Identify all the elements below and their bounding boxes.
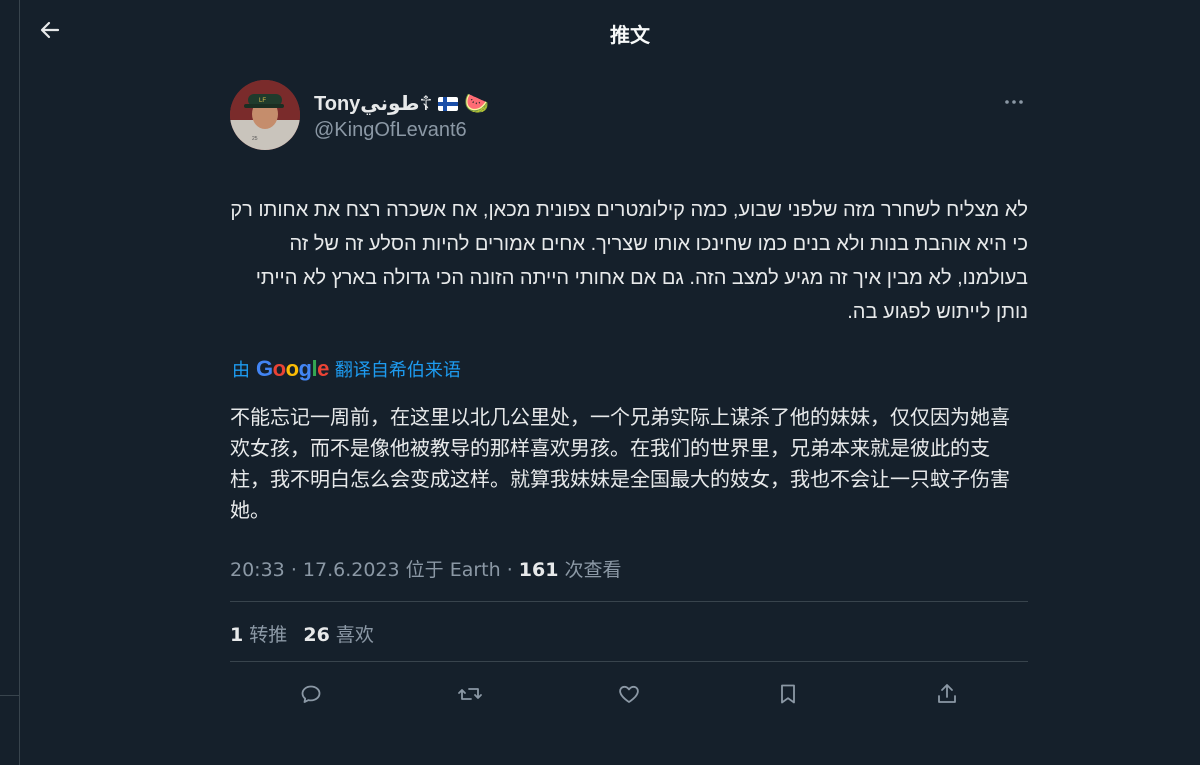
retweets-stat[interactable]: 1 转推 [230, 624, 293, 646]
views-label: 次查看 [564, 559, 622, 581]
likes-stat[interactable]: 26 喜欢 [303, 624, 374, 646]
back-button[interactable] [32, 12, 68, 48]
watermelon-icon: 🍉 [464, 93, 490, 115]
arrow-left-icon [40, 21, 60, 39]
avatar-image: LF 25 [230, 80, 300, 150]
retweets-count: 1 [230, 624, 244, 646]
likes-count: 26 [303, 624, 330, 646]
avatar[interactable]: LF 25 [230, 80, 300, 150]
likes-label: 喜欢 [335, 624, 374, 646]
page-title: 推文 [610, 23, 650, 47]
retweets-label: 转推 [249, 624, 288, 646]
display-name[interactable]: Tonyطوني☦ 🍉 [314, 91, 489, 116]
tweet-text: לא מצליח לשחרר מזה שלפני שבוע, כמה קילומ… [230, 199, 1028, 323]
more-dots-icon [1005, 100, 1023, 104]
retweet-button[interactable] [448, 672, 492, 716]
tweet-stats: 1 转推 26 喜欢 [230, 620, 374, 647]
top-bar: 推文 [20, 0, 1200, 62]
finland-flag-icon [438, 96, 459, 111]
translation-attribution[interactable]: 由 Google 翻译自希伯来语 [232, 356, 461, 382]
share-button[interactable] [925, 672, 969, 716]
share-icon [938, 684, 956, 703]
views-count: 161 [518, 559, 559, 581]
column-divider [19, 0, 20, 765]
svg-text:LF: LF [259, 98, 266, 104]
tweet-date[interactable]: 17.6.2023 [303, 559, 400, 581]
divider [230, 601, 1028, 602]
reply-icon [301, 685, 321, 703]
bookmark-button[interactable] [766, 672, 810, 716]
action-bar [230, 672, 1028, 716]
reply-button[interactable] [289, 672, 333, 716]
like-button[interactable] [607, 672, 651, 716]
display-name-text: Tonyطوني☦ [314, 93, 433, 115]
tweet-time[interactable]: 20:33 [230, 559, 285, 581]
tweet-location: 位于 Earth [405, 559, 501, 581]
tweet-meta: 20:33 · 17.6.2023 位于 Earth · 161 次查看 [230, 559, 622, 581]
sidebar-divider [0, 695, 19, 696]
translated-text: 不能忘记一周前，在这里以北几公里处，一个兄弟实际上谋杀了他的妹妹，仅仅因为她喜欢… [230, 405, 1010, 522]
divider [230, 661, 1028, 662]
more-button[interactable] [1000, 92, 1028, 112]
heart-icon [619, 685, 639, 703]
retweet-icon [458, 688, 482, 700]
bookmark-icon [781, 684, 795, 704]
user-handle[interactable]: @KingOfLevant6 [314, 119, 467, 142]
translate-suffix: 翻译自希伯来语 [334, 360, 461, 381]
svg-text:25: 25 [252, 136, 258, 142]
google-logo: Google [256, 356, 329, 381]
translate-prefix: 由 [232, 360, 250, 381]
